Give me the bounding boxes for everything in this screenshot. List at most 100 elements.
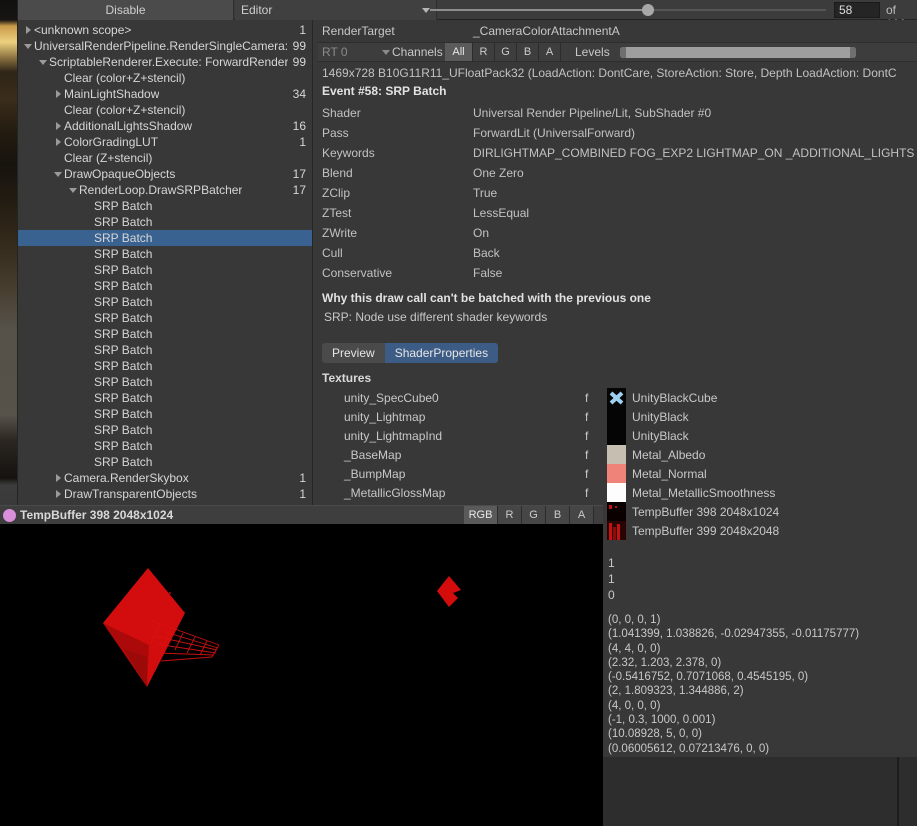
frame-slider-fill	[430, 9, 648, 11]
texture-flag: f	[585, 410, 588, 424]
chevron-right-icon[interactable]	[52, 138, 64, 146]
chevron-right-icon[interactable]	[22, 26, 34, 34]
tree-row[interactable]: SRP Batch	[18, 294, 312, 310]
detail-label: Keywords	[322, 146, 375, 160]
tree-row-label: SRP Batch	[94, 263, 152, 277]
preview-channel-button-r[interactable]: R	[498, 506, 522, 524]
render-target-toolbar: RT 0 Channels AllRGBA Levels	[318, 42, 917, 62]
preview-channel-button-a[interactable]: A	[570, 506, 594, 524]
channel-button-a[interactable]: A	[539, 43, 561, 61]
tree-row-count: 1	[299, 135, 312, 149]
triangle-glyph	[56, 90, 61, 98]
vector-value: (10.08928, 5, 0, 0)	[608, 728, 859, 742]
tree-row[interactable]: DrawOpaqueObjects17	[18, 166, 312, 182]
tree-row-label: Clear (color+Z+stencil)	[64, 71, 185, 85]
texture-row[interactable]: unity_LightmapIndfUnityBlack	[318, 426, 917, 445]
tree-row[interactable]: Clear (color+Z+stencil)	[18, 70, 312, 86]
tree-row[interactable]: <unknown scope>1	[18, 22, 312, 38]
tree-row[interactable]: SRP Batch	[18, 406, 312, 422]
levels-max-handle[interactable]	[850, 47, 856, 58]
preview-channel-button-b[interactable]: B	[546, 506, 570, 524]
channel-button-b[interactable]: B	[517, 43, 539, 61]
tree-row[interactable]: SRP Batch	[18, 198, 312, 214]
empty-panel-area	[603, 757, 917, 826]
tree-row[interactable]: SRP Batch	[18, 422, 312, 438]
tree-row[interactable]: DrawTransparentObjects 1	[18, 486, 312, 502]
chevron-right-icon[interactable]	[52, 90, 64, 98]
tab-shaderproperties[interactable]: ShaderProperties	[385, 343, 498, 363]
tree-row-label: <unknown scope>	[34, 23, 131, 37]
tree-row[interactable]: Camera.RenderSkybox1	[18, 470, 312, 486]
chevron-down-icon[interactable]	[67, 188, 79, 193]
tree-row-label: SRP Batch	[94, 391, 152, 405]
tree-row-count: 1	[299, 487, 312, 501]
texture-row[interactable]: _MetallicGlossMapfMetal_MetallicSmoothne…	[318, 483, 917, 502]
texture-row[interactable]: _BaseMapfMetal_Albedo	[318, 445, 917, 464]
tree-row[interactable]: SRP Batch	[18, 374, 312, 390]
vector-value: (0.06005612, 0.07213476, 0, 0)	[608, 743, 859, 757]
tree-row[interactable]: SRP Batch	[18, 390, 312, 406]
preview-channel-button-g[interactable]: G	[522, 506, 546, 524]
tree-row[interactable]: SRP Batch	[18, 278, 312, 294]
chevron-right-icon[interactable]	[52, 122, 64, 130]
preview-channel-button-rgb[interactable]: RGB	[464, 506, 498, 524]
channel-button-r[interactable]: R	[473, 43, 495, 61]
levels-range-slider[interactable]	[620, 47, 856, 58]
texture-row[interactable]: unity_SpecCube0fUnityBlackCube	[318, 388, 917, 407]
tree-row[interactable]: SRP Batch	[18, 454, 312, 470]
levels-min-handle[interactable]	[620, 47, 626, 58]
vector-value: (0, 0, 0, 1)	[608, 614, 859, 628]
texture-preview-canvas[interactable]	[0, 524, 603, 826]
tree-row[interactable]: ScriptableRenderer.Execute: ForwardRende…	[18, 54, 312, 70]
channels-label: Channels	[392, 45, 443, 59]
texture-row[interactable]: _BumpMapfMetal_Normal	[318, 464, 917, 483]
event-number-input[interactable]	[834, 2, 880, 18]
tree-row[interactable]: SRP Batch	[18, 214, 312, 230]
rt-index-dropdown[interactable]: RT 0	[322, 45, 390, 59]
tree-row[interactable]: MainLightShadow34	[18, 86, 312, 102]
shader-state-table: ShaderUniversal Render Pipeline/Lit, Sub…	[318, 104, 917, 284]
tree-row[interactable]: ColorGradingLUT1	[18, 134, 312, 150]
float-value: 1	[608, 572, 615, 588]
tree-row[interactable]: Clear (color+Z+stencil)	[18, 102, 312, 118]
texture-asset-name: TempBuffer 398 2048x1024	[632, 505, 779, 519]
tree-row[interactable]: AdditionalLightsShadow16	[18, 118, 312, 134]
target-dropdown[interactable]: Editor	[235, 0, 437, 20]
channel-button-g[interactable]: G	[495, 43, 517, 61]
texture-row[interactable]: unity_LightmapfUnityBlack	[318, 407, 917, 426]
chevron-down-icon[interactable]	[37, 60, 49, 65]
tree-row[interactable]: SRP Batch	[18, 342, 312, 358]
tree-row-label: SRP Batch	[94, 359, 152, 373]
texture-property-name: _BumpMap	[344, 467, 405, 481]
tree-row[interactable]: SRP Batch	[18, 246, 312, 262]
chevron-right-icon[interactable]	[52, 474, 64, 482]
channel-button-all[interactable]: All	[445, 43, 473, 61]
tree-row-label: DrawTransparentObjects	[64, 487, 197, 501]
tab-preview[interactable]: Preview	[322, 343, 385, 363]
tree-row[interactable]: SRP Batch	[18, 262, 312, 278]
chevron-down-icon[interactable]	[52, 172, 64, 177]
texture-preview-header: TempBuffer 398 2048x1024 RGBRGBA	[0, 505, 603, 524]
disable-button[interactable]: Disable	[18, 0, 234, 20]
detail-label: ZTest	[322, 206, 351, 220]
tree-row[interactable]: SRP Batch	[18, 438, 312, 454]
frame-slider[interactable]	[430, 9, 826, 11]
texture-property-name: _MetallicGlossMap	[344, 486, 445, 500]
texture-asset-name: UnityBlack	[632, 429, 689, 443]
tree-row[interactable]: Clear (Z+stencil)	[18, 150, 312, 166]
frame-slider-handle[interactable]	[642, 4, 654, 16]
tree-row[interactable]: SRP Batch	[18, 326, 312, 342]
detail-value: True	[473, 186, 497, 200]
tree-row[interactable]: SRP Batch	[18, 358, 312, 374]
texture-property-name: _BaseMap	[344, 448, 401, 462]
chevron-right-icon[interactable]	[52, 490, 64, 498]
texture-thumbnail-tb399	[607, 521, 626, 540]
target-dropdown-label: Editor	[241, 3, 272, 17]
event-title: Event #58: SRP Batch	[322, 84, 447, 98]
triangle-glyph	[69, 188, 77, 193]
tree-row[interactable]: RenderLoop.DrawSRPBatcher17	[18, 182, 312, 198]
tree-row[interactable]: SRP Batch	[18, 310, 312, 326]
tree-row[interactable]: UniversalRenderPipeline.RenderSingleCame…	[18, 38, 312, 54]
tree-row[interactable]: SRP Batch	[18, 230, 312, 246]
chevron-down-icon[interactable]	[22, 44, 34, 49]
